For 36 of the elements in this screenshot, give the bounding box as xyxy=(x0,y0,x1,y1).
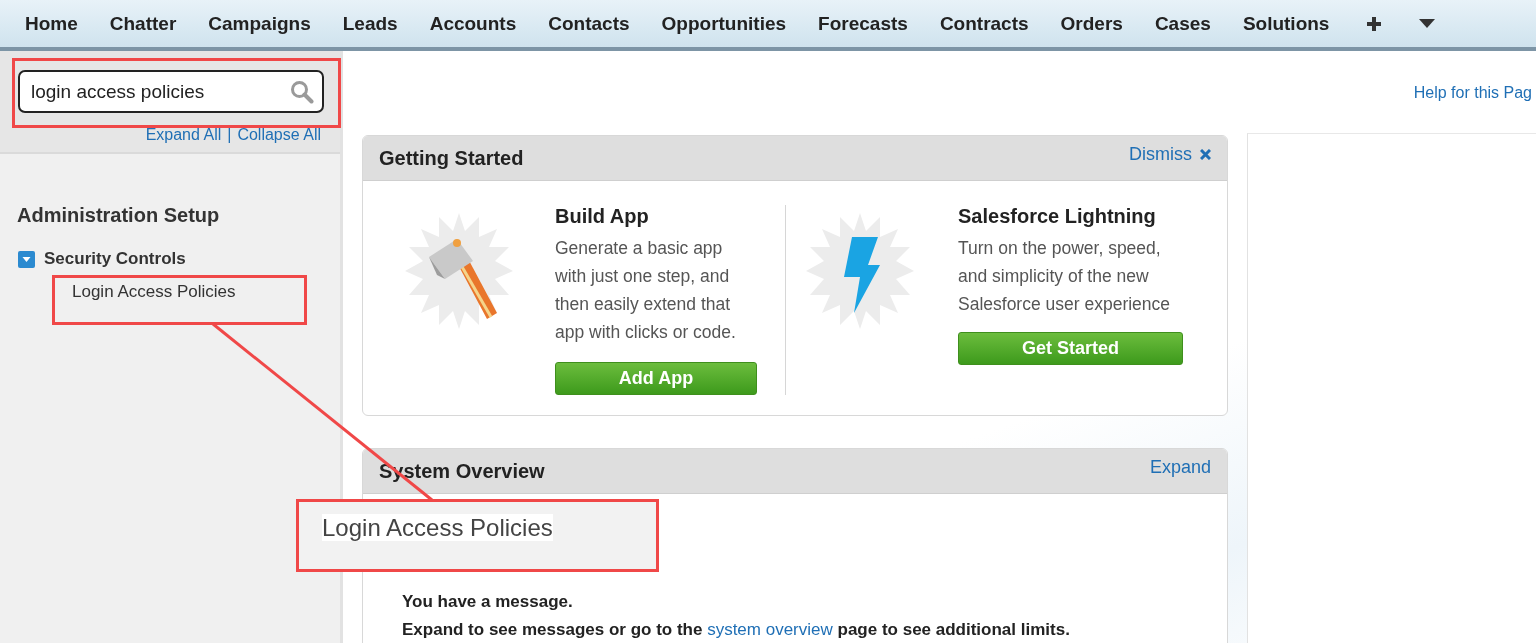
sidebar-heading: Administration Setup xyxy=(17,204,221,227)
feature-title: Build App xyxy=(555,205,649,228)
plus-icon[interactable] xyxy=(1367,16,1382,31)
nav-tab[interactable]: Contracts xyxy=(923,12,1045,35)
nav-tab[interactable]: Campaigns xyxy=(192,12,327,35)
tree-node-label[interactable]: Security Controls xyxy=(44,249,186,269)
nav-tab[interactable]: Orders xyxy=(1044,12,1139,35)
nav-tab[interactable]: Accounts xyxy=(413,12,533,35)
message-text: Expand to see messages or go to the system overview page to see additional limits. xyxy=(402,620,1071,640)
feature-description: Turn on the power, speed, and simplicity of the new Salesforce user experience xyxy=(958,237,1172,316)
nav-tab[interactable]: Home xyxy=(9,12,94,35)
card-title: Getting Started xyxy=(379,146,524,170)
callout-text: Login Access Policies xyxy=(322,514,553,541)
feature-title: Salesforce Lightning xyxy=(958,205,1156,228)
system-overview-link[interactable]: system overview xyxy=(707,620,833,639)
collapse-toggle-icon[interactable] xyxy=(18,250,35,268)
collapse-all-link[interactable]: Collapse All xyxy=(237,126,321,144)
message-title: You have a message. xyxy=(402,592,574,612)
nav-tab[interactable]: Cases xyxy=(1138,12,1227,35)
nav-tab[interactable]: Leads xyxy=(326,12,414,35)
nav-tab[interactable]: Contacts xyxy=(532,12,646,35)
expand-all-link[interactable]: Expand All xyxy=(145,126,222,144)
nav-tab[interactable]: Solutions xyxy=(1226,12,1346,35)
expand-link[interactable]: Expand xyxy=(1149,456,1211,478)
tree-item[interactable]: Login Access Policies xyxy=(72,282,340,302)
nav-tab[interactable]: Forecasts xyxy=(802,12,924,35)
link-separator: | xyxy=(227,126,232,144)
search-icon[interactable] xyxy=(290,80,314,104)
search-field[interactable]: login access policies xyxy=(18,70,324,113)
help-link[interactable]: Help for this Pag xyxy=(1413,84,1532,102)
feature-description: Generate a basic app with just one step, and then easily extend that app with clicks or code. xyxy=(555,237,737,344)
close-icon[interactable] xyxy=(1200,148,1211,160)
dismiss-link[interactable]: Dismiss xyxy=(1129,143,1211,165)
dropdown-caret-icon[interactable] xyxy=(1419,19,1436,28)
nav-tab[interactable]: Opportunities xyxy=(645,12,803,35)
nav-tab[interactable]: Chatter xyxy=(93,12,193,35)
